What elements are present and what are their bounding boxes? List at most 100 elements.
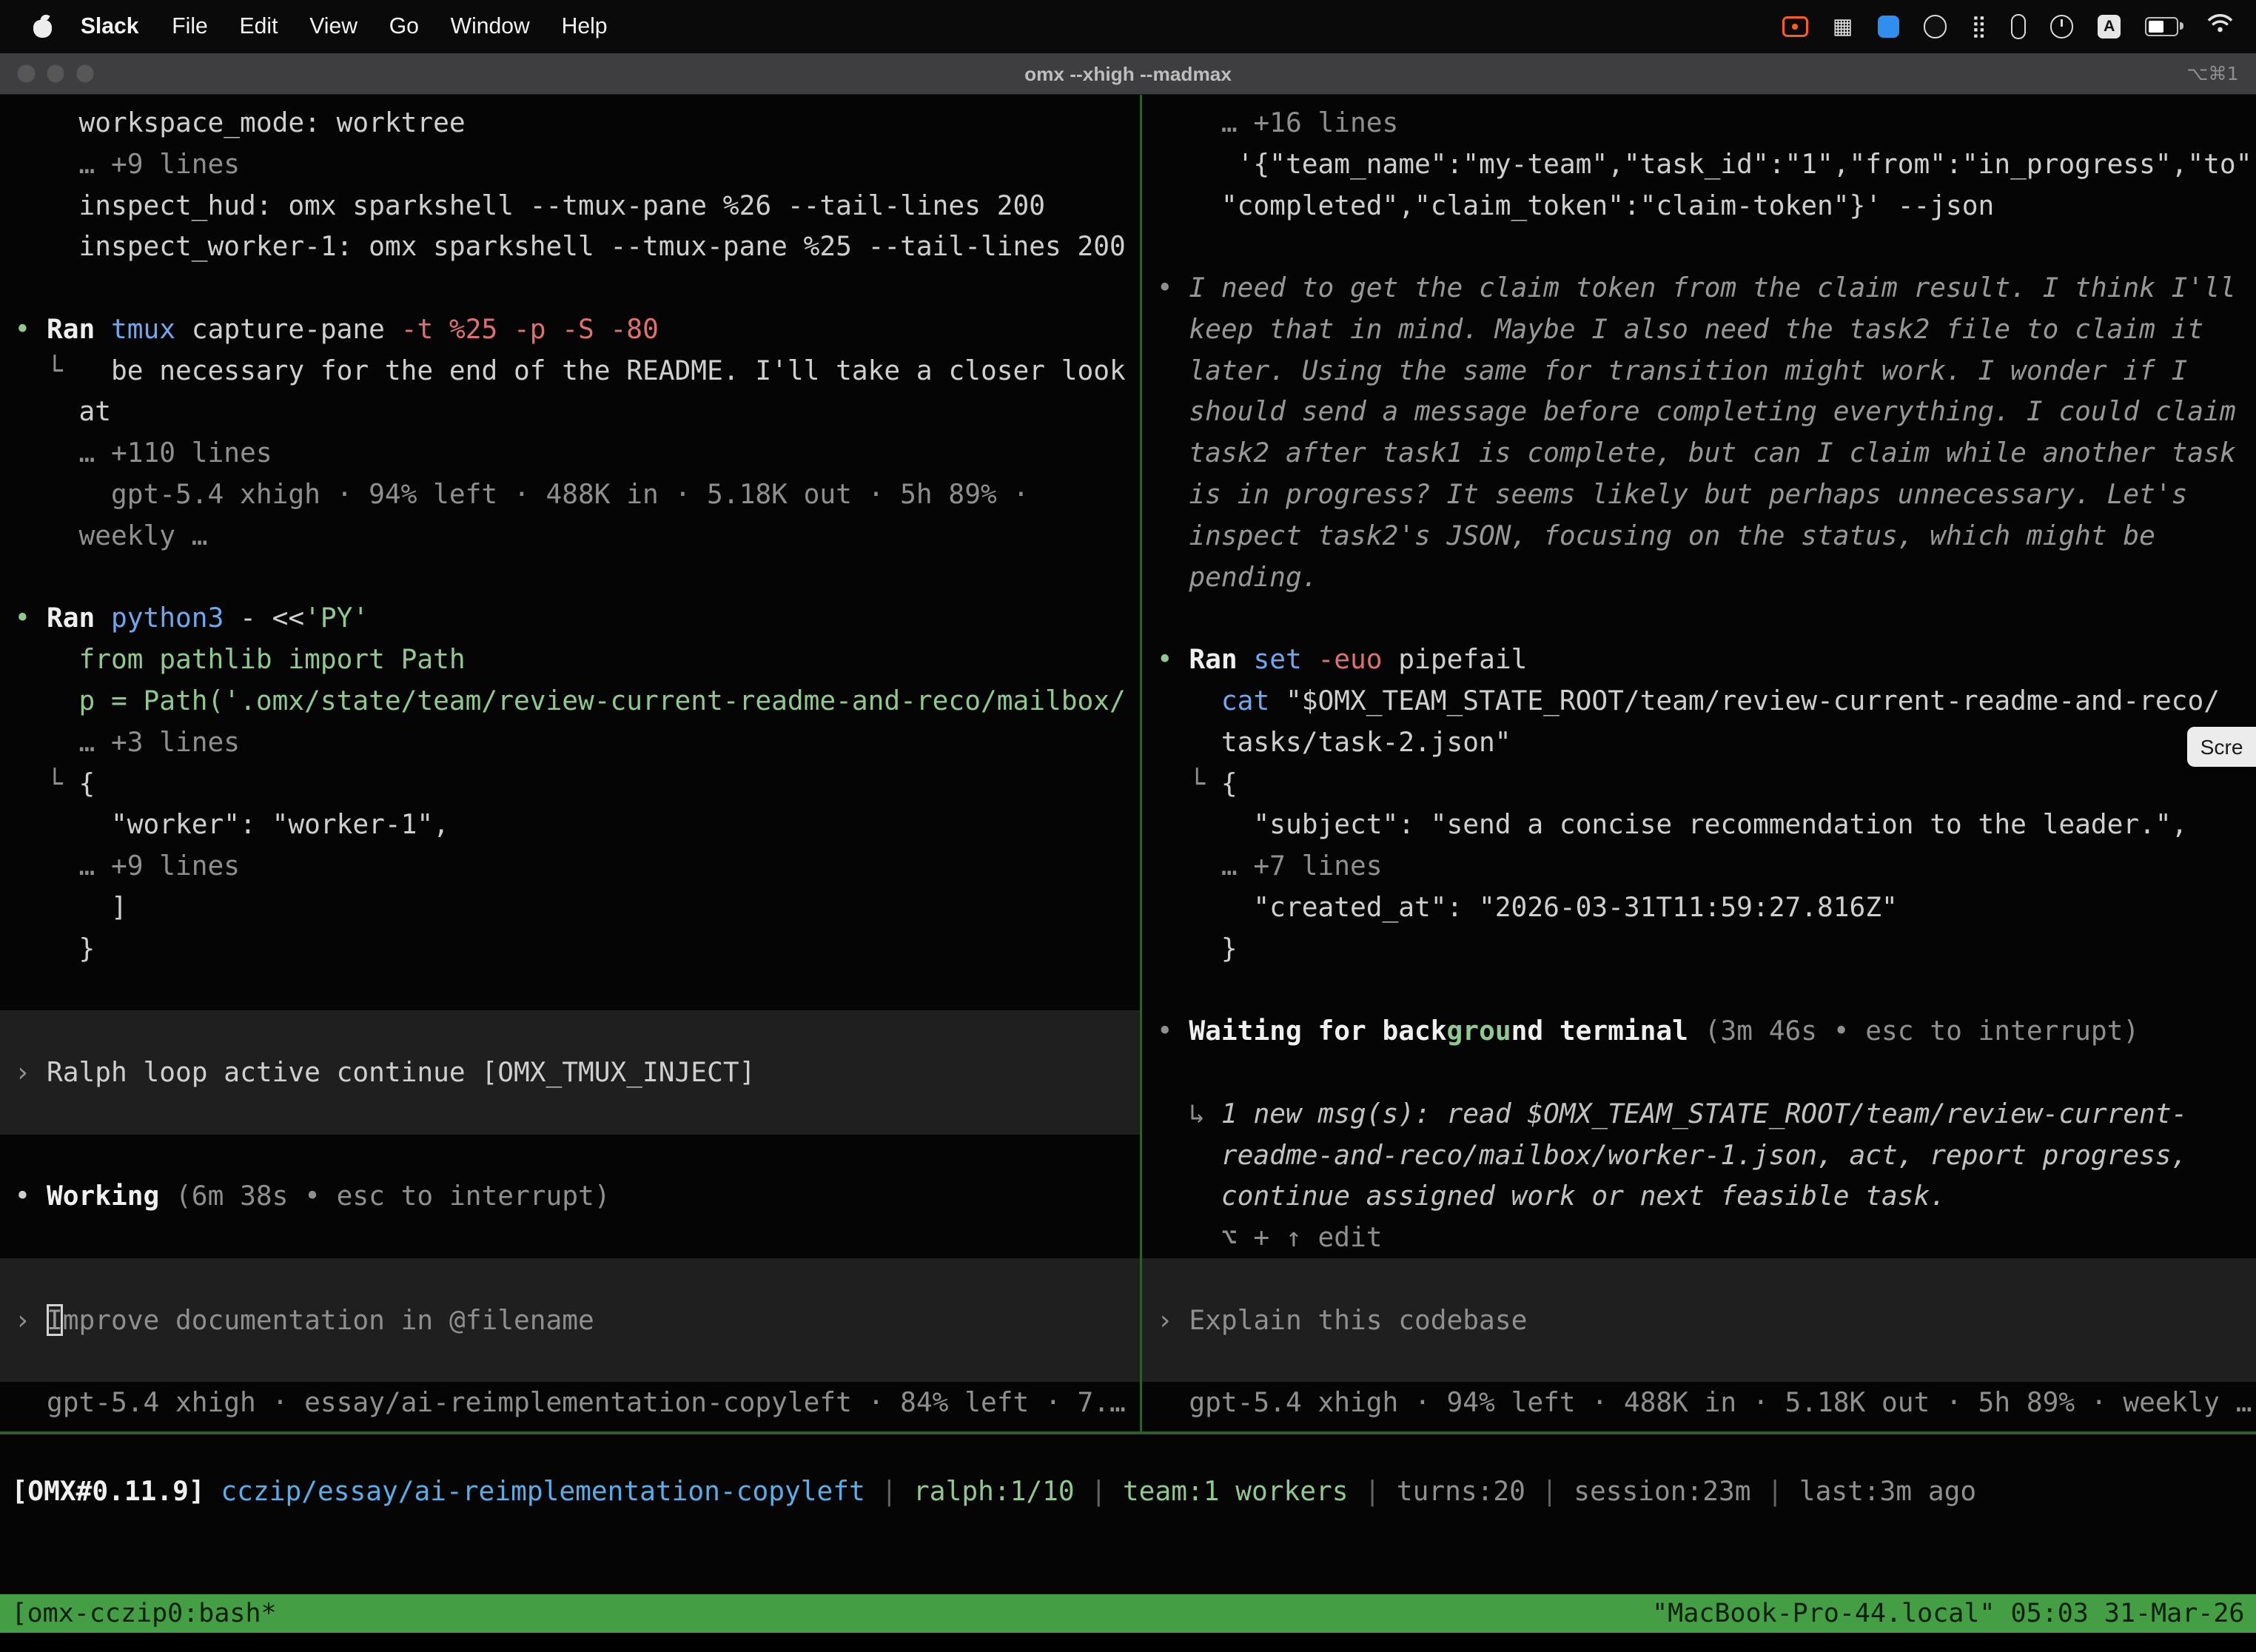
omx-status-line: [OMX#0.11.9] cczip/essay/ai-reimplementa… [0,1471,2256,1512]
text-segment: weekly … [14,520,207,551]
terminal-line: "worker": "worker-1", [0,804,1140,845]
terminal-line: ] [0,887,1140,928]
window-shortcut-hint: ⌥⌘1 [2186,53,2238,95]
text-segment: … +16 lines [1157,107,1398,138]
gauge-icon[interactable] [2050,15,2073,38]
text-segment: 1 new msg(s): read $OMX_TEAM_STATE_ROOT/… [1221,1098,2188,1129]
apple-menu[interactable] [30,14,55,38]
right-terminal-pane[interactable]: … +16 lines '{"team_name":"my-team","tas… [1142,95,2256,1431]
terminal-line: continue assigned work or next feasible … [1142,1175,2256,1217]
text-segment: task2 after task1 is complete, but can I… [1157,437,2236,469]
text-segment: (3m 46s • esc to interrupt) [1705,1015,2139,1047]
left-terminal-pane[interactable]: workspace_mode: worktree … +9 lines insp… [0,95,1140,1431]
terminal-line: "completed","claim_token":"claim-token"}… [1142,185,2256,226]
blank-line [0,969,1140,1010]
wifi-icon[interactable] [2207,13,2233,39]
tmux-session-name: [omx-cczip0:bash* [12,1594,277,1633]
text-segment: Working [47,1180,175,1212]
screen: SlackFileEditViewGoWindowHelp ▦ ⣿ A [0,0,2256,1652]
terminal-line: • Working (6m 38s • esc to interrupt) [0,1175,1140,1217]
screen-recording-indicator-icon[interactable] [1782,16,1808,36]
text-segment: | [865,1475,913,1507]
text-segment: Ran [47,602,111,634]
screen-capture-tooltip[interactable]: Scre [2187,727,2256,767]
menu-item-slack[interactable]: Slack [64,14,156,39]
omx-hud-pane: [OMX#0.11.9] cczip/essay/ai-reimplementa… [0,1434,2256,1594]
text-segment: ⌥ + ↑ edit [1157,1221,1383,1253]
terminal-line: … +9 lines [0,845,1140,887]
text-segment: 'PY' [304,602,369,634]
text-segment: set [1253,643,1317,675]
text-segment: Ran [47,313,111,345]
terminal-line: workspace_mode: worktree [0,102,1140,144]
text-segment: { [1221,768,1238,799]
terminal-line: "subject": "send a concise recommendatio… [1142,804,2256,845]
capsule-icon[interactable] [2011,14,2026,38]
battery-icon[interactable] [2145,17,2178,36]
blank-line [0,557,1140,598]
text-segment: keep that in mind. Maybe I also need the… [1157,313,2203,345]
terminal-line: tasks/task-2.json" [1142,722,2256,763]
menu-item-edit[interactable]: Edit [224,14,294,39]
terminal-line: readme-and-reco/mailbox/worker-1.json, a… [1142,1135,2256,1176]
text-segment: • [14,313,47,345]
terminal-line: cat "$OMX_TEAM_STATE_ROOT/team/review-cu… [1142,680,2256,722]
terminal-line: • Waiting for background terminal (3m 46… [1142,1010,2256,1052]
text-segment: inspect task2's JSON, focusing on the st… [1157,520,2155,551]
text-segment: from pathlib import Path [14,643,465,675]
menu-item-file[interactable]: File [156,14,224,39]
text-segment: › [14,1056,47,1088]
terminal-line: '{"team_name":"my-team","task_id":"1","f… [1142,144,2256,185]
text-segment: workspace_mode: worktree [14,107,465,138]
blank-line [1142,226,2256,267]
text-segment: … +9 lines [14,850,240,882]
input-source-icon[interactable]: A [2098,15,2121,38]
text-segment: is in progress? It seems likely but perh… [1157,478,2188,510]
terminal-line: • Ran tmux capture-pane -t %25 -p -S -80 [0,309,1140,350]
text-segment: nd terminal [1511,1015,1705,1047]
blue-app-icon[interactable] [1878,16,1899,37]
text-segment: • [14,602,47,634]
text-segment: capture-pane [192,313,401,345]
terminal-line: … +9 lines [0,144,1140,185]
text-segment: I need to get the claim token from the c… [1189,272,2235,303]
dark-app-icon[interactable] [1924,15,1947,38]
text-segment: Ran [1189,643,1253,675]
menu-item-help[interactable]: Help [545,14,623,39]
text-segment: "created_at": "2026-03-31T11:59:27.816Z" [1157,891,1898,923]
menu-item-go[interactable]: Go [373,14,434,39]
text-segment: "completed","claim_token":"claim-token"}… [1157,189,1994,221]
prompt-band: › Improve documentation in @filename [0,1258,1140,1382]
tmux-status-bar: [omx-cczip0:bash* "MacBook-Pro-44.local"… [0,1594,2256,1633]
terminal-line: later. Using the same for transition mig… [1142,350,2256,392]
window-title-bar[interactable]: omx --xhigh --madmax ⌥⌘1 [0,53,2256,95]
text-segment: tasks/task-2.json" [1157,726,1511,758]
terminal-line: … +16 lines [1142,102,2256,144]
terminal-line: weekly … [0,515,1140,557]
text-segment: later. Using the same for transition mig… [1157,355,2188,386]
text-segment: "$OMX_TEAM_STATE_ROOT/team/review-curren… [1286,685,2220,716]
text-segment: gpt-5.4 xhigh · essay/ai-reimplementatio… [14,1386,1125,1418]
text-segment: '{"team_name":"my-team","task_id":"1","f… [1157,148,2256,180]
text-segment: pipefail [1398,643,1527,675]
text-segment: continue assigned work or next feasible … [1157,1180,1946,1212]
text-segment: └ [14,355,111,386]
text-cursor: I [47,1304,63,1336]
terminal-line: ↳ 1 new msg(s): read $OMX_TEAM_STATE_ROO… [1142,1093,2256,1135]
dots-grid-icon[interactable]: ⣿ [1971,16,1987,37]
text-segment: • [1157,643,1189,675]
text-segment: team:1 workers [1123,1475,1349,1507]
text-segment: tmux [111,313,192,345]
menu-item-view[interactable]: View [294,14,374,39]
terminal-line: └ be necessary for the end of the README… [0,350,1140,392]
text-segment: - << [240,602,304,634]
text-segment: } [1157,933,1238,964]
terminal-line: … +3 lines [0,722,1140,763]
menu-item-window[interactable]: Window [434,14,545,39]
text-segment: be necessary for the end of the README. … [111,355,1126,386]
keyboard-icon[interactable]: ▦ [1833,16,1853,37]
terminal-line: is in progress? It seems likely but perh… [1142,474,2256,515]
text-segment: … +3 lines [14,726,240,758]
text-segment: └ [14,768,78,799]
text-segment: } [14,933,95,964]
